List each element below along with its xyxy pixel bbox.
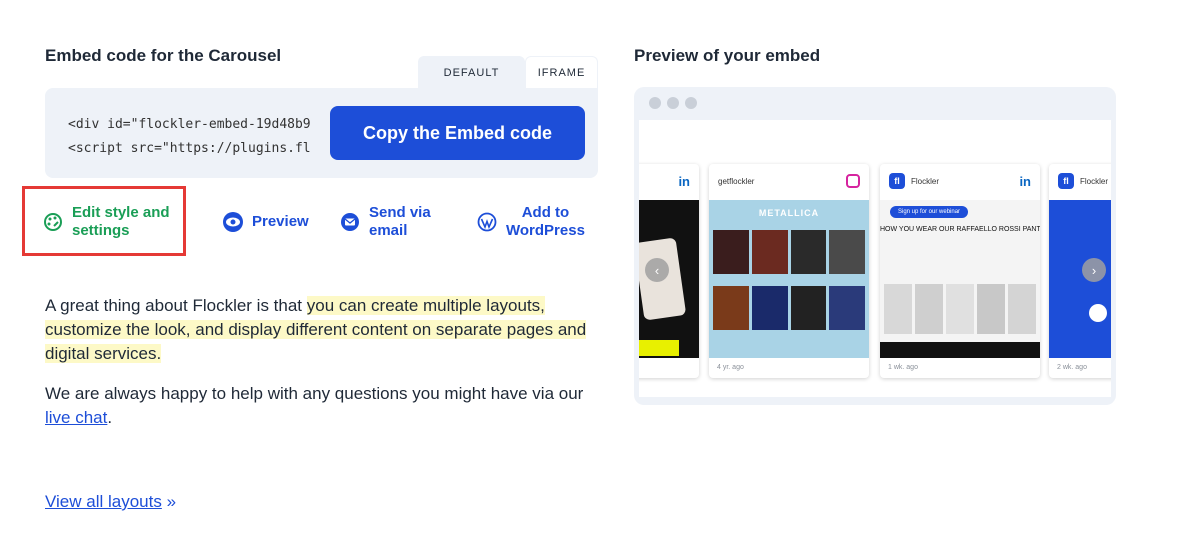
cube-icon <box>1089 304 1107 322</box>
embed-tabs: DEFAULT IFRAME <box>418 56 598 89</box>
info-paragraph: A great thing about Flockler is that you… <box>45 294 598 366</box>
edit-style-line2: settings <box>72 222 130 239</box>
card-author-wrap: fl Flockler <box>889 173 939 189</box>
yellow-band <box>639 340 679 356</box>
help-text: We are always happy to help with any que… <box>45 384 584 403</box>
card-time: 1 wk. ago <box>888 364 918 371</box>
photo-grid <box>884 284 1036 334</box>
embed-title: Embed code for the Carousel <box>45 46 282 65</box>
live-chat-link[interactable]: live chat <box>45 408 107 427</box>
photo-grid <box>713 286 865 330</box>
card-image <box>639 200 699 358</box>
card-header: fl Flockler <box>1049 164 1111 198</box>
edit-style-line1: Edit style and <box>72 204 170 221</box>
card-image: Sign up for our webinar HOW YOU WEAR OUR… <box>880 200 1040 358</box>
wall-card[interactable]: fl Flockler in Sign up for our webinar HO… <box>880 164 1040 378</box>
embed-code[interactable]: <div id="flockler-embed-19d48b9 <script … <box>68 113 318 161</box>
card-author: Flockler <box>911 176 940 186</box>
linkedin-icon: in <box>678 173 690 189</box>
linkedin-icon: in <box>1019 173 1031 189</box>
view-all-layouts-link[interactable]: View all layouts » <box>45 492 176 512</box>
send-email-line2: email <box>369 222 408 239</box>
add-wordpress-label: Add to WordPress <box>506 204 585 240</box>
card-author: Flockler <box>1080 176 1109 186</box>
flockler-logo-icon: fl <box>889 173 905 189</box>
copy-embed-button[interactable]: Copy the Embed code <box>330 106 585 160</box>
card-author: getflockler <box>718 176 755 186</box>
code-line-2: <script src="https://plugins.fl <box>68 141 311 156</box>
preview-title: Preview of your embed <box>634 46 821 65</box>
dark-band <box>880 342 1040 358</box>
webinar-badge: Sign up for our webinar <box>890 206 969 218</box>
add-wordpress-line2: WordPress <box>506 222 585 239</box>
card-header: getflockler <box>709 164 869 198</box>
card-header: in <box>639 164 699 198</box>
send-email-button[interactable]: Send via email <box>339 204 431 240</box>
palette-icon <box>42 211 64 233</box>
edit-style-label: Edit style and settings <box>72 204 170 240</box>
embed-code-box: <div id="flockler-embed-19d48b9 <script … <box>45 88 598 178</box>
eye-icon <box>222 211 244 233</box>
add-wordpress-button[interactable]: Add to WordPress <box>476 204 585 240</box>
mail-icon <box>339 211 361 233</box>
photo-grid <box>713 230 865 274</box>
card-time: 4 yr. ago <box>717 364 744 371</box>
help-paragraph: We are always happy to help with any que… <box>45 382 598 430</box>
instagram-icon <box>846 174 860 188</box>
code-line-1: <div id="flockler-embed-19d48b9 <box>68 117 311 132</box>
info-text: A great thing about Flockler is that <box>45 296 307 315</box>
carousel-next-button[interactable]: › <box>1082 258 1106 282</box>
send-email-label: Send via email <box>369 204 431 240</box>
carousel-prev-button[interactable]: ‹ <box>645 258 669 282</box>
window-dots <box>649 97 697 109</box>
send-email-line1: Send via <box>369 204 431 221</box>
browser-mockup: in getflockler METALLICA 4 yr. ago fl Fl… <box>634 87 1116 405</box>
card-header: fl Flockler in <box>880 164 1040 198</box>
window-dot <box>667 97 679 109</box>
window-dot <box>649 97 661 109</box>
card-time: 2 wk. ago <box>1057 364 1087 371</box>
card-headline: HOW YOU WEAR OUR RAFFAELLO ROSSI PANTS <box>880 226 1040 233</box>
band-logo: METALLICA <box>758 208 820 218</box>
wall-card[interactable]: getflockler METALLICA 4 yr. ago <box>709 164 869 378</box>
view-all-arrow: » <box>166 492 177 511</box>
view-all-label: View all layouts <box>45 492 162 511</box>
add-wordpress-line1: Add to <box>521 204 570 221</box>
embed-actions: Edit style and settings Preview Send via… <box>22 186 598 256</box>
tab-default[interactable]: DEFAULT <box>418 56 525 89</box>
window-dot <box>685 97 697 109</box>
help-text-end: . <box>107 408 113 427</box>
preview-label: Preview <box>252 213 309 230</box>
flockler-logo-icon: fl <box>1058 173 1074 189</box>
wordpress-icon <box>476 211 498 233</box>
embed-viewport: in getflockler METALLICA 4 yr. ago fl Fl… <box>639 120 1111 397</box>
tab-iframe[interactable]: IFRAME <box>525 56 598 89</box>
card-image: METALLICA <box>709 200 869 358</box>
edit-style-button[interactable]: Edit style and settings <box>42 204 170 240</box>
preview-button[interactable]: Preview <box>222 211 309 233</box>
